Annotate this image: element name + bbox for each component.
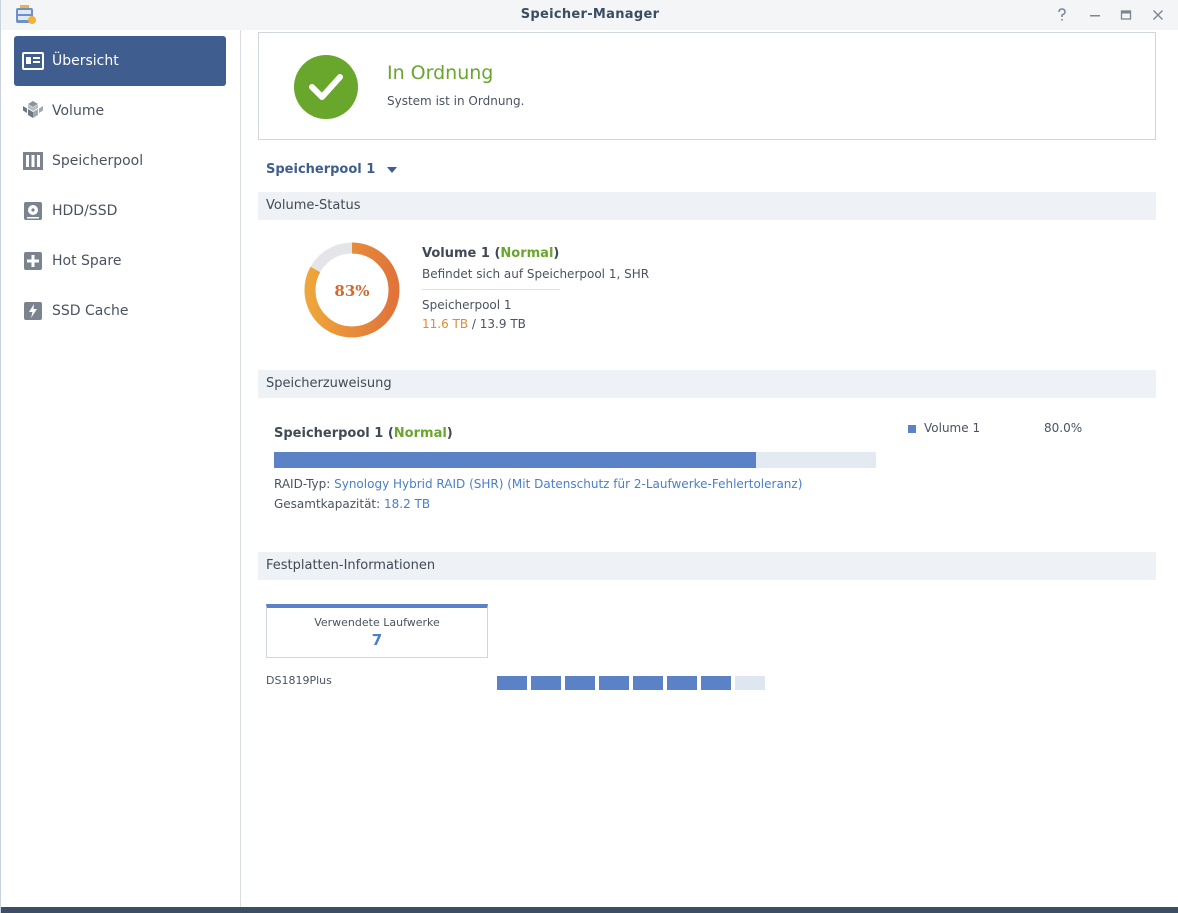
volume-state: Normal xyxy=(500,246,554,261)
ssd-cache-icon xyxy=(22,300,44,322)
drive-slot[interactable] xyxy=(735,676,765,690)
volume-total: 13.9 TB xyxy=(479,317,526,331)
sidebar-item-volume[interactable]: Volume xyxy=(14,86,226,136)
raid-type-value: Synology Hybrid RAID (SHR) (Mit Datensch… xyxy=(334,477,803,491)
storage-pool-dropdown[interactable]: Speicherpool 1 xyxy=(266,162,398,177)
close-icon[interactable] xyxy=(1147,5,1169,25)
sidebar-item-hdd-ssd[interactable]: HDD/SSD xyxy=(14,186,226,236)
sidebar-item-ssd-cache[interactable]: SSD Cache xyxy=(14,286,226,336)
status-title: In Ordnung xyxy=(387,62,494,84)
allocation-header: Speicherzuweisung xyxy=(258,370,1156,398)
sidebar-item-label: Volume xyxy=(52,103,105,119)
storage-pool-icon xyxy=(22,150,44,172)
volume-divider xyxy=(422,289,560,290)
allocation-paren-close: ) xyxy=(446,426,453,441)
storage-manager-window: Speicher-Manager Übersicht Volume Speich… xyxy=(0,0,1178,913)
help-icon[interactable] xyxy=(1051,5,1073,25)
volume-icon xyxy=(22,100,44,122)
device-name: DS1819Plus xyxy=(266,674,332,687)
title-bar[interactable]: Speicher-Manager xyxy=(1,0,1178,30)
drive-slot[interactable] xyxy=(531,676,561,690)
legend-volume-percent: 80.0% xyxy=(1044,421,1083,435)
raid-type-label: RAID-Typ: xyxy=(274,477,335,491)
capacity-label: Gesamtkapazität: xyxy=(274,497,384,511)
legend-volume-name: Volume 1 xyxy=(924,421,981,435)
disk-info-header: Festplatten-Informationen xyxy=(258,552,1156,580)
sidebar-item-overview[interactable]: Übersicht xyxy=(14,36,226,86)
drive-slot[interactable] xyxy=(565,676,595,690)
used-drives-card: Verwendete Laufwerke 7 xyxy=(266,604,488,658)
allocation-paren-open: ( xyxy=(383,426,394,441)
volume-name: Volume 1 xyxy=(422,246,490,261)
allocation-pool-name: Speicherpool 1 xyxy=(274,426,384,441)
sidebar-item-label: Speicherpool xyxy=(52,153,144,169)
volume-name-line: Volume 1 (Normal) xyxy=(422,246,559,261)
allocation-pool-line: Speicherpool 1 (Normal) xyxy=(274,426,453,441)
maximize-icon[interactable] xyxy=(1115,5,1137,25)
bottom-border xyxy=(1,907,1178,913)
drive-slot[interactable] xyxy=(599,676,629,690)
drive-slot[interactable] xyxy=(701,676,731,690)
allocation-bar xyxy=(274,452,876,468)
storage-pool-dropdown-label: Speicherpool 1 xyxy=(266,162,376,177)
drive-slots xyxy=(497,676,769,690)
window-title: Speicher-Manager xyxy=(520,7,660,22)
volume-usage-label: 83% xyxy=(334,282,369,300)
volume-size-separator: / xyxy=(468,317,480,331)
hot-spare-icon xyxy=(22,250,44,272)
volume-usage-donut: 83% xyxy=(302,240,402,340)
volume-paren-close: ) xyxy=(553,246,560,261)
minimize-icon[interactable] xyxy=(1084,5,1106,25)
volume-status-header: Volume-Status xyxy=(258,192,1156,220)
status-subtitle: System ist in Ordnung. xyxy=(387,94,525,108)
volume-location: Befindet sich auf Speicherpool 1, SHR xyxy=(422,267,650,281)
main-content: In Ordnung System ist in Ordnung. Speich… xyxy=(242,30,1178,907)
sidebar-item-hot-spare[interactable]: Hot Spare xyxy=(14,236,226,286)
allocation-pool-state: Normal xyxy=(393,426,447,441)
drive-slot[interactable] xyxy=(667,676,697,690)
sidebar-item-label: Übersicht xyxy=(52,53,119,69)
volume-pool: Speicherpool 1 xyxy=(422,298,512,312)
volume-paren-open: ( xyxy=(489,246,501,261)
capacity-value: 18.2 TB xyxy=(384,497,431,511)
sidebar: Übersicht Volume Speicherpool HDD/SSD Ho… xyxy=(2,30,241,907)
raid-type-line: RAID-Typ: Synology Hybrid RAID (SHR) (Mi… xyxy=(274,477,802,491)
sidebar-item-label: HDD/SSD xyxy=(52,203,118,219)
checkmark-icon xyxy=(294,55,358,119)
capacity-line: Gesamtkapazität: 18.2 TB xyxy=(274,497,430,511)
caret-down-icon xyxy=(387,166,398,173)
drive-slot[interactable] xyxy=(633,676,663,690)
volume-size: 11.6 TB / 13.9 TB xyxy=(422,317,526,331)
system-status-card: In Ordnung System ist in Ordnung. xyxy=(258,32,1156,140)
overview-icon xyxy=(22,50,44,72)
used-drives-label: Verwendete Laufwerke xyxy=(314,616,440,629)
sidebar-item-label: SSD Cache xyxy=(52,303,129,319)
legend-swatch xyxy=(908,425,916,433)
allocation-bar-fill xyxy=(274,452,756,468)
hdd-icon xyxy=(22,200,44,222)
drive-slot[interactable] xyxy=(497,676,527,690)
sidebar-item-label: Hot Spare xyxy=(52,253,122,269)
sidebar-item-storage-pool[interactable]: Speicherpool xyxy=(14,136,226,186)
volume-used: 11.6 TB xyxy=(422,317,469,331)
used-drives-count: 7 xyxy=(371,631,383,649)
